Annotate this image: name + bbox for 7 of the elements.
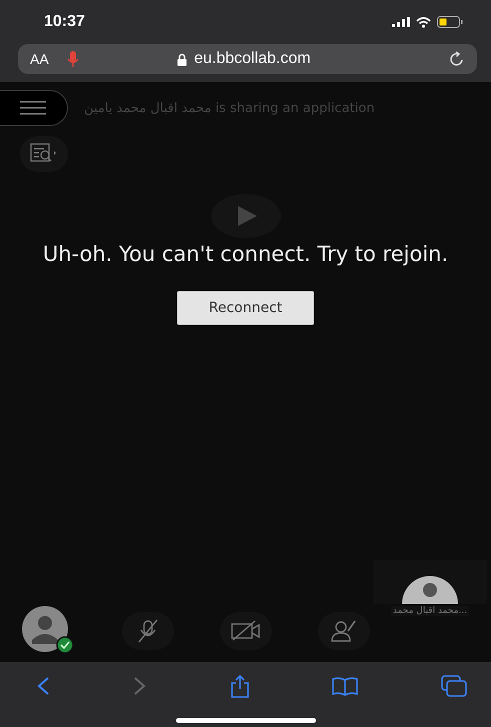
reconnect-button[interactable]: Reconnect — [177, 291, 314, 326]
url-text: eu.bbcollab.com — [194, 50, 311, 68]
participant-name: محمد اقبال محمد... — [390, 606, 470, 616]
text-size-button[interactable]: AA — [30, 51, 49, 67]
status-time: 10:37 — [44, 13, 85, 31]
connection-error-message: Uh-oh. You can't connect. Try to rejoin. — [42, 241, 448, 268]
address-bar[interactable]: AA eu.bbcollab.com — [18, 44, 477, 74]
